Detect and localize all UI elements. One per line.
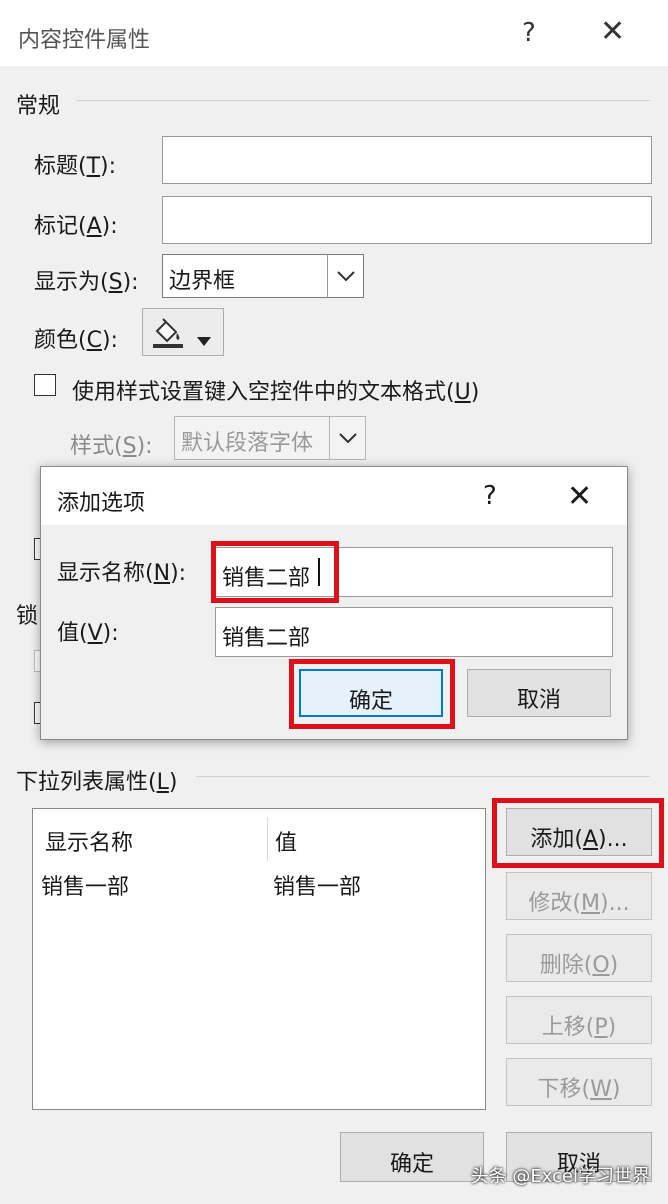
- dropdown-list[interactable]: 显示名称 值 销售一部 销售一部: [32, 808, 486, 1110]
- display-name-label: 显示名称(N):: [57, 561, 187, 586]
- show-as-select[interactable]: 边界框: [162, 254, 364, 298]
- color-label: 颜色(C):: [34, 328, 118, 353]
- use-style-checkbox[interactable]: [34, 374, 56, 396]
- help-button[interactable]: ?: [522, 18, 536, 48]
- list-item-value: 销售一部: [273, 875, 362, 900]
- paint-bucket-icon: [151, 317, 185, 355]
- column-separator[interactable]: [267, 817, 268, 861]
- locking-group-label: 锁: [16, 604, 39, 629]
- caret-down-icon: [197, 327, 211, 352]
- style-label: 样式(S):: [70, 434, 153, 459]
- chevron-down-icon[interactable]: [327, 255, 363, 297]
- close-icon[interactable]: ✕: [567, 479, 592, 514]
- move-down-button[interactable]: 下移(W): [506, 1058, 652, 1106]
- use-style-label: 使用样式设置键入空控件中的文本格式(U): [72, 380, 480, 405]
- dropdown-group-label: 下拉列表属性(L): [16, 770, 178, 795]
- add-button-highlight: [492, 798, 664, 868]
- move-up-button[interactable]: 上移(P): [506, 996, 652, 1044]
- tag-label: 标记(A):: [34, 214, 118, 239]
- value-value: 销售二部: [222, 626, 311, 651]
- style-value: 默认段落字体: [181, 431, 314, 456]
- color-picker-button[interactable]: [142, 308, 224, 356]
- value-label: 值(V):: [57, 621, 119, 646]
- tag-input[interactable]: [162, 196, 652, 244]
- general-group-line: [76, 100, 650, 101]
- modal-cancel-button[interactable]: 取消: [467, 669, 611, 717]
- list-item[interactable]: 销售一部 销售一部: [33, 861, 485, 901]
- chevron-down-icon[interactable]: [329, 417, 365, 459]
- watermark: 头条 @Excel学习世界: [470, 1166, 650, 1187]
- modify-button[interactable]: 修改(M)...: [506, 872, 652, 920]
- column-header-value[interactable]: 值: [275, 825, 297, 857]
- show-as-value: 边界框: [169, 269, 236, 294]
- add-option-title: 添加选项: [57, 491, 146, 516]
- dialog-title: 内容控件属性: [18, 28, 151, 53]
- add-option-help-button[interactable]: ?: [483, 481, 497, 511]
- add-option-dialog: 添加选项 ? ✕ 显示名称(N): 销售二部 值(V): 销售二部 确定 取消: [40, 466, 628, 740]
- value-input[interactable]: 销售二部: [215, 607, 613, 657]
- show-as-label: 显示为(S):: [34, 270, 139, 295]
- style-select[interactable]: 默认段落字体: [174, 416, 366, 460]
- close-icon[interactable]: ✕: [600, 14, 625, 49]
- dropdown-group-line: [196, 776, 650, 777]
- general-group-label: 常规: [16, 94, 61, 119]
- delete-button[interactable]: 删除(O): [506, 934, 652, 982]
- title-input[interactable]: [162, 136, 652, 184]
- title-label: 标题(T):: [34, 154, 117, 179]
- display-name-highlight: [211, 541, 339, 603]
- modal-ok-highlight: [289, 659, 455, 729]
- ok-button[interactable]: 确定: [340, 1132, 484, 1182]
- column-header-display[interactable]: 显示名称: [45, 825, 133, 857]
- list-item-display: 销售一部: [41, 875, 130, 900]
